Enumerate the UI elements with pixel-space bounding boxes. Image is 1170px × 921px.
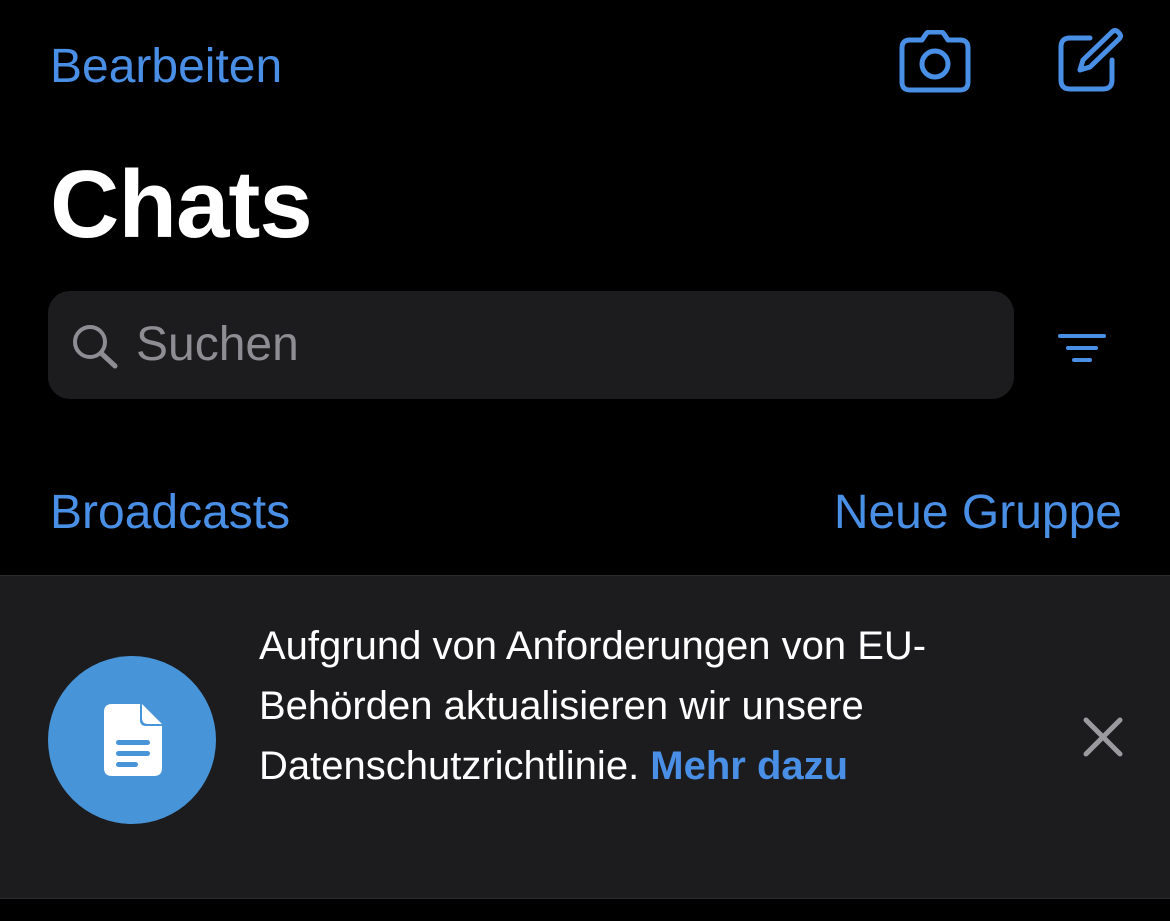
navigation-bar: Bearbeiten — [0, 0, 1170, 135]
search-icon — [73, 325, 118, 369]
search-placeholder: Suchen — [136, 318, 299, 371]
privacy-policy-banner: Aufgrund von Anforderungen von EU-Behörd… — [0, 575, 1170, 899]
camera-icon — [899, 29, 971, 93]
filter-button[interactable] — [1054, 330, 1110, 370]
compose-icon — [1058, 28, 1123, 92]
document-icon — [104, 704, 162, 776]
banner-avatar — [48, 656, 216, 824]
close-icon — [1083, 717, 1123, 757]
learn-more-link[interactable]: Mehr dazu — [650, 744, 848, 788]
broadcasts-link[interactable]: Broadcasts — [50, 484, 290, 542]
filter-icon — [1058, 334, 1106, 362]
edit-button[interactable]: Bearbeiten — [50, 38, 282, 96]
banner-close-button[interactable] — [1082, 716, 1124, 758]
page-title: Chats — [50, 151, 313, 258]
compose-button[interactable] — [1056, 28, 1124, 94]
camera-button[interactable] — [898, 29, 972, 94]
list-actions-row: Broadcasts Neue Gruppe — [0, 480, 1170, 550]
search-input[interactable]: Suchen — [48, 291, 1014, 399]
banner-message: Aufgrund von Anforderungen von EU-Behörd… — [259, 616, 1019, 796]
new-group-link[interactable]: Neue Gruppe — [834, 484, 1122, 542]
